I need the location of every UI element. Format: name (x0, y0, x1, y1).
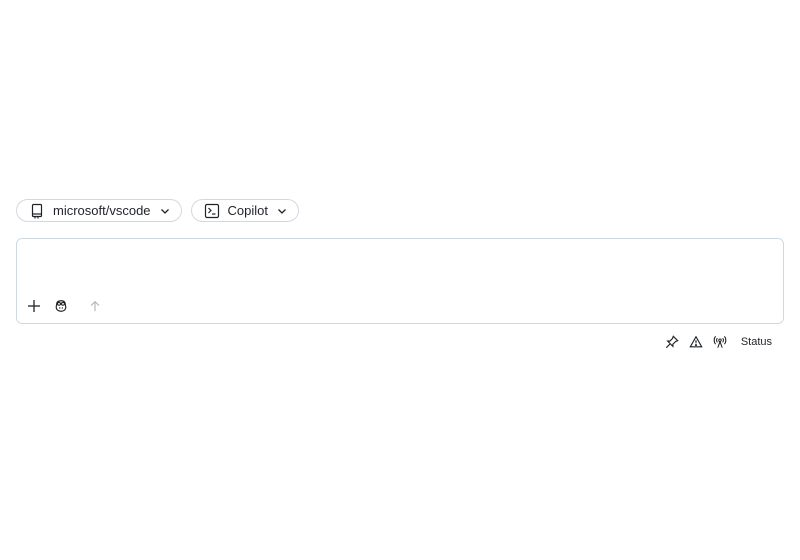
plus-icon[interactable] (26, 298, 42, 314)
repo-selector-label: microsoft/vscode (53, 203, 151, 218)
copilot-icon[interactable] (53, 298, 69, 314)
warning-icon[interactable] (689, 335, 703, 349)
repo-icon (29, 203, 45, 219)
status-bar: Status (655, 335, 772, 349)
repo-selector-button[interactable]: microsoft/vscode (16, 199, 182, 222)
agent-selector-button[interactable]: Copilot (190, 199, 300, 222)
prompt-input[interactable] (27, 247, 775, 295)
prompt-composer (16, 238, 784, 324)
terminal-icon (204, 203, 220, 219)
chevron-down-icon (159, 205, 171, 217)
agent-selector-label: Copilot (227, 203, 269, 218)
chevron-down-icon (276, 205, 288, 217)
arrow-up-icon[interactable] (87, 298, 103, 314)
composer-toolbar (26, 298, 114, 314)
broadcast-icon[interactable] (713, 335, 727, 349)
pin-icon[interactable] (665, 335, 679, 349)
status-link[interactable]: Status (741, 336, 772, 348)
selector-row: microsoft/vscode Copilot (16, 199, 300, 222)
